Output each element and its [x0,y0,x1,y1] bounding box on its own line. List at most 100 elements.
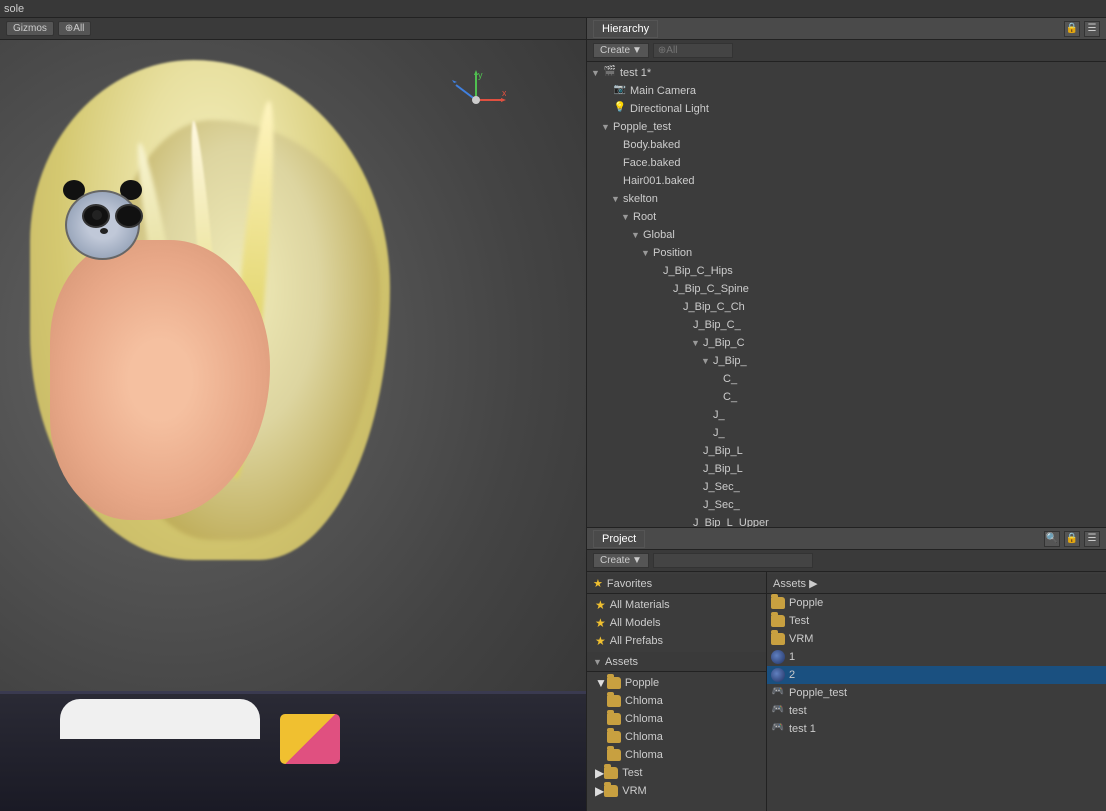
assets-vrm-item[interactable]: ▶ VRM [587,782,766,800]
fav-star-icon-3: ★ [595,634,606,648]
tree-label-j-bip-c-ch: J_Bip_C_Ch [683,301,745,313]
hierarchy-item-j-1[interactable]: J_ [587,406,1106,424]
gizmos-button[interactable]: Gizmos [6,21,54,36]
hierarchy-item-j-bip-l-upper[interactable]: J_Bip_L_Upper [587,514,1106,527]
fav-item-materials[interactable]: ★ All Materials [587,596,766,614]
project-lock-icon[interactable]: 🔒 [1064,531,1080,547]
tree-label-j-bip-c-2: J_Bip_C_ [693,319,741,331]
assets-chloma2-folder-icon [607,713,621,725]
project-search-input[interactable] [653,553,813,568]
tree-arrow-skelton[interactable]: ▼ [611,194,623,204]
tree-label-j-bip-l2: J_Bip_L [703,463,743,475]
scene-arrow: ▼ [591,68,603,78]
hierarchy-item-skelton[interactable]: ▼skelton [587,190,1106,208]
hierarchy-item-c-sub1[interactable]: C_ [587,370,1106,388]
hierarchy-item-j-bip-c-ch[interactable]: J_Bip_C_Ch [587,298,1106,316]
tree-arrow-popple-test[interactable]: ▼ [601,122,613,132]
all-button[interactable]: ⊕All [58,21,92,36]
tree-label-root: Root [633,211,656,223]
tree-arrow-j-bip-4[interactable]: ▼ [701,356,713,366]
project-right-header-label: Assets ▶ [773,577,818,590]
hierarchy-item-popple-test[interactable]: ▼Popple_test [587,118,1106,136]
hierarchy-tab[interactable]: Hierarchy [593,20,658,38]
clothes-badge [280,714,340,764]
tree-label-j-bip-4: J_Bip_ [713,355,747,367]
tree-label-j-bip-l: J_Bip_L [703,445,743,457]
sphere-icon-2 [771,668,785,682]
hierarchy-item-position[interactable]: ▼Position [587,244,1106,262]
hierarchy-toolbar: Create ▼ [587,40,1106,62]
assets-chloma1-item[interactable]: Chloma [587,692,766,710]
hierarchy-search-input[interactable] [653,43,733,58]
assets-label: Assets [605,656,638,668]
hierarchy-item-face-baked[interactable]: Face.baked [587,154,1106,172]
hierarchy-item-j-2[interactable]: J_ [587,424,1106,442]
right-vrm-folder[interactable]: VRM [767,630,1106,648]
hierarchy-item-j-sec-2[interactable]: J_Sec_ [587,496,1106,514]
project-menu-icon[interactable]: ☰ [1084,531,1100,547]
assets-chloma3-item[interactable]: Chloma [587,728,766,746]
assets-popple-item[interactable]: ▼ Popple [587,674,766,692]
sphere-icon-1 [771,650,785,664]
hierarchy-item-directional-light[interactable]: 💡Directional Light [587,100,1106,118]
hierarchy-item-root[interactable]: ▼Root [587,208,1106,226]
project-tab[interactable]: Project [593,530,645,548]
assets-test-folder-icon [604,767,618,779]
panda-eye-left [82,204,110,228]
svg-text:y: y [478,70,483,80]
tree-arrow-root[interactable]: ▼ [621,212,633,222]
tree-label-j-bip-l-upper: J_Bip_L_Upper [693,517,769,527]
character-background: x y [0,40,586,811]
assets-chloma4-item[interactable]: Chloma [587,746,766,764]
unity-icon-test: 🎮 [771,704,785,718]
hierarchy-item-c-sub2[interactable]: C_ [587,388,1106,406]
hierarchy-item-global[interactable]: ▼Global [587,226,1106,244]
assets-chloma2-item[interactable]: Chloma [587,710,766,728]
right-popple-folder[interactable]: Popple [767,594,1106,612]
tree-arrow-position[interactable]: ▼ [641,248,653,258]
hierarchy-item-j-sec-1[interactable]: J_Sec_ [587,478,1106,496]
right-asset-test1[interactable]: 🎮 test 1 [767,720,1106,738]
fav-item-prefabs[interactable]: ★ All Prefabs [587,632,766,650]
hierarchy-item-hair001-baked[interactable]: Hair001.baked [587,172,1106,190]
assets-test-item[interactable]: ▶ Test [587,764,766,782]
hierarchy-item-j-bip-l[interactable]: J_Bip_L [587,442,1106,460]
hierarchy-item-j-bip-c-2[interactable]: J_Bip_C_ [587,316,1106,334]
assets-vrm-folder-icon [604,785,618,797]
tree-label-c-sub1: C_ [723,373,737,385]
create-button[interactable]: Create ▼ [593,43,649,58]
tree-label-skelton: skelton [623,193,658,205]
fav-label-materials: All Materials [610,599,670,611]
assets-popple-folder-icon [607,677,621,689]
project-create-button[interactable]: Create ▼ [593,553,649,568]
project-panel-header: Project 🔍 🔒 ☰ [587,528,1106,550]
tree-arrow-global[interactable]: ▼ [631,230,643,240]
project-search-icon[interactable]: 🔍 [1044,531,1060,547]
panda-accessory [55,180,155,270]
top-bar: sole [0,0,1106,18]
right-asset-1[interactable]: 1 [767,648,1106,666]
tree-arrow-j-bip-c-3[interactable]: ▼ [691,338,703,348]
right-popple-folder-icon [771,597,785,609]
hierarchy-item-main-camera[interactable]: 📷Main Camera [587,82,1106,100]
right-asset-2[interactable]: 2 [767,666,1106,684]
right-asset-test[interactable]: 🎮 test [767,702,1106,720]
scene-root-item[interactable]: ▼ 🎬 test 1* [587,64,1106,82]
tree-label-hair001-baked: Hair001.baked [623,175,695,187]
scene-toolbar: Gizmos ⊕All [0,18,586,40]
hierarchy-item-j-bip-c-hips[interactable]: J_Bip_C_Hips [587,262,1106,280]
hierarchy-item-j-bip-c-spine[interactable]: J_Bip_C_Spine [587,280,1106,298]
hierarchy-lock-icon[interactable]: 🔒 [1064,21,1080,37]
fav-item-models[interactable]: ★ All Models [587,614,766,632]
hierarchy-item-j-bip-c-3[interactable]: ▼J_Bip_C [587,334,1106,352]
hierarchy-item-body-baked[interactable]: Body.baked [587,136,1106,154]
clothes-area [0,691,586,811]
right-asset-popple-test[interactable]: 🎮 Popple_test [767,684,1106,702]
project-toolbar: Create ▼ [587,550,1106,572]
hierarchy-item-j-bip-4[interactable]: ▼J_Bip_ [587,352,1106,370]
hierarchy-item-j-bip-l2[interactable]: J_Bip_L [587,460,1106,478]
fav-star-icon-2: ★ [595,616,606,630]
hierarchy-menu-icon[interactable]: ☰ [1084,21,1100,37]
assets-tree-arrow: ▼ [593,657,605,667]
right-test-folder[interactable]: Test [767,612,1106,630]
